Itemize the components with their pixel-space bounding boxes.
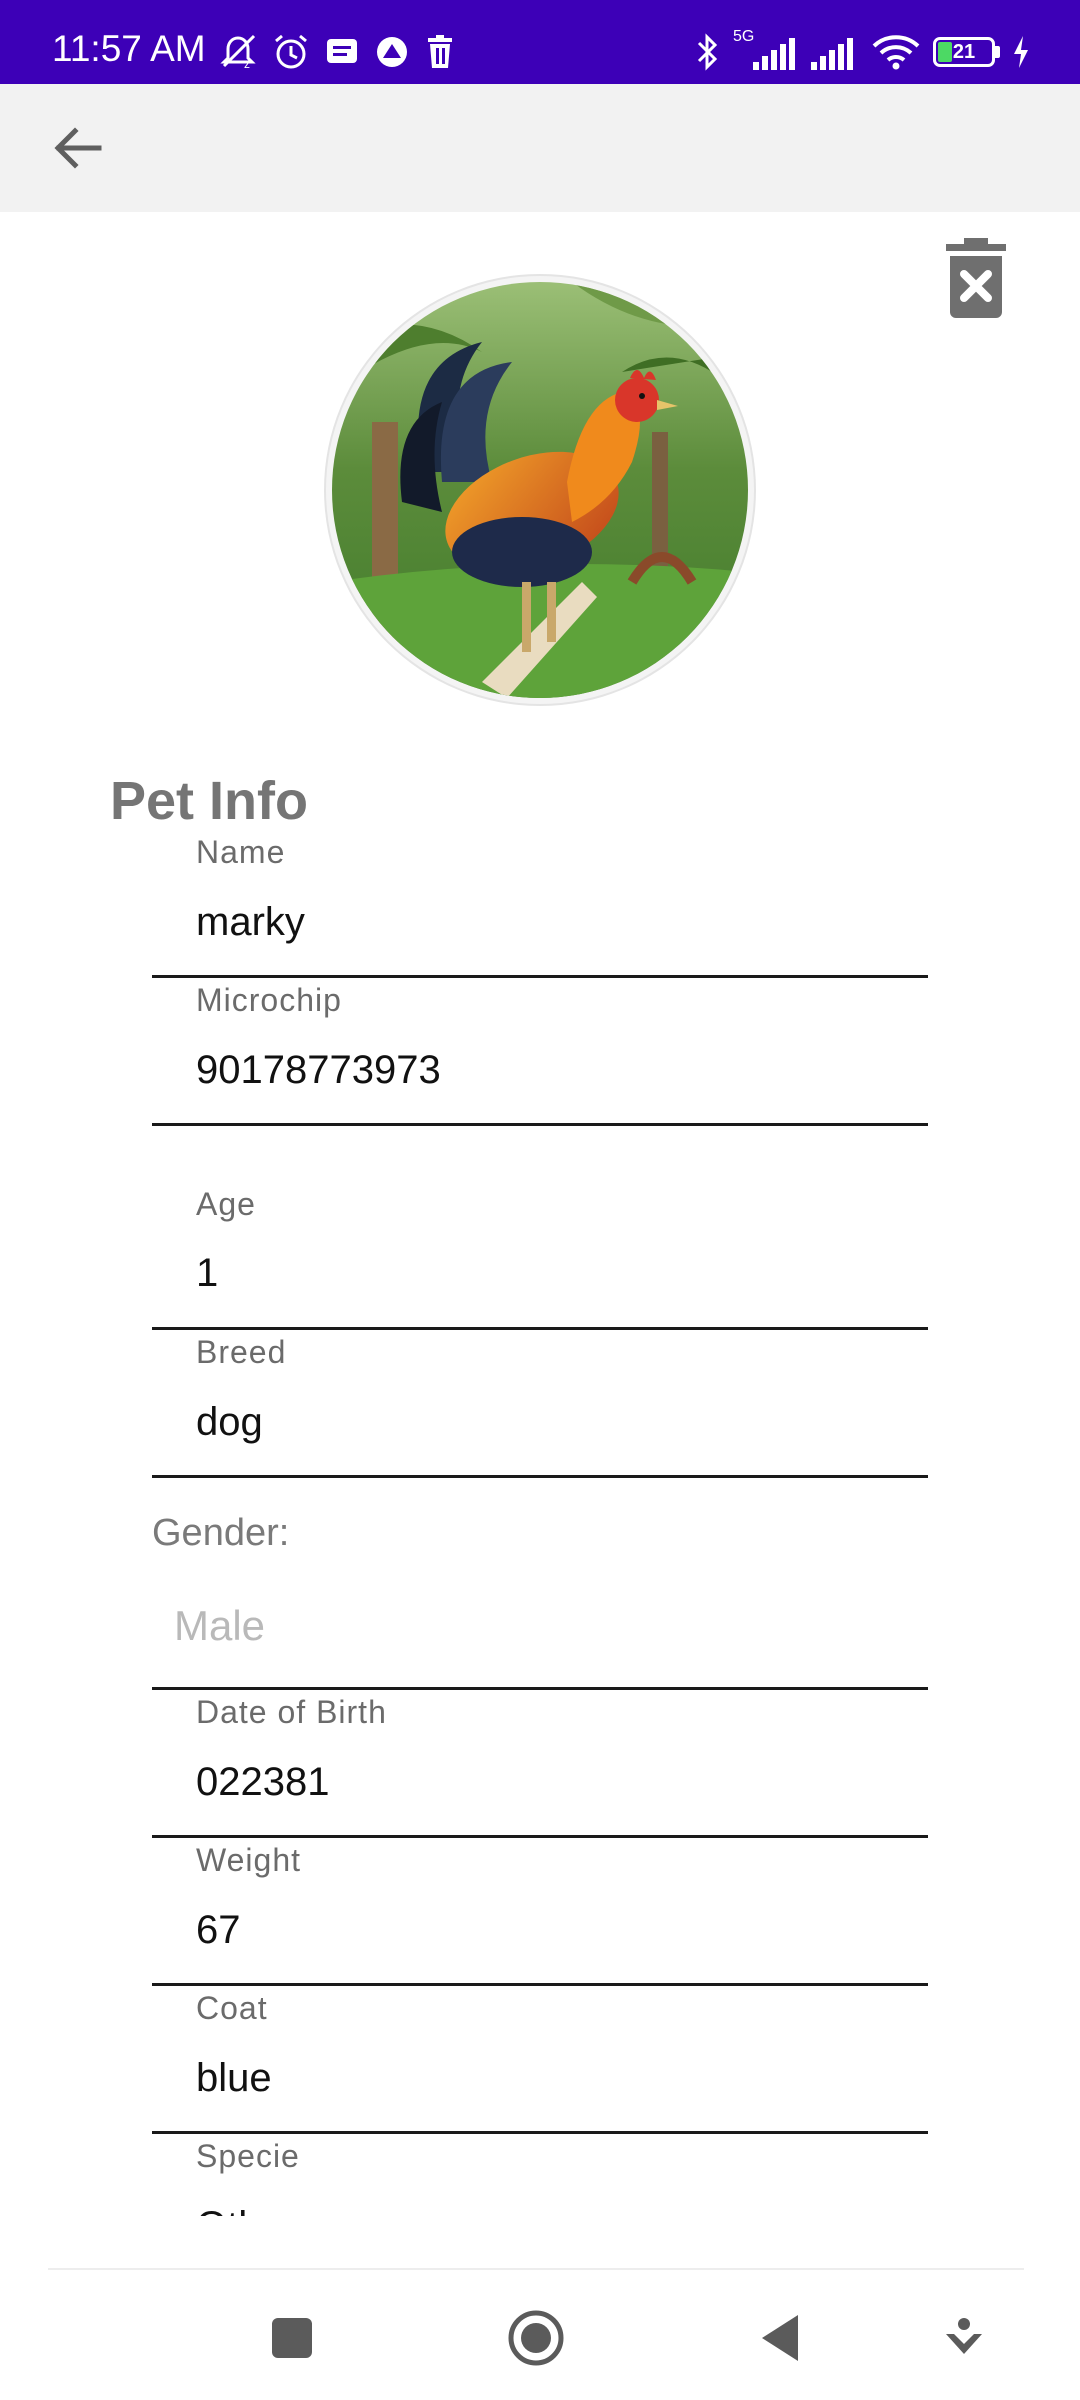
delete-x-icon (946, 238, 1006, 318)
assistant-button[interactable] (928, 2302, 1000, 2374)
age-label: Age (196, 1186, 256, 1222)
pet-avatar[interactable] (326, 276, 754, 704)
coat-value: blue (196, 2056, 272, 2100)
charging-icon (1014, 36, 1028, 68)
signal-5g: 5G (733, 28, 797, 72)
battery-indicator: 21 (933, 37, 1000, 67)
recents-icon (272, 2318, 312, 2358)
rooster-photo (332, 282, 748, 698)
signal-icon (811, 38, 853, 70)
back-button[interactable] (44, 114, 112, 182)
svg-text:z: z (244, 57, 250, 70)
breed-field[interactable]: Breed dog (152, 1330, 928, 1478)
specie-field[interactable]: Specie Other (152, 2134, 928, 2216)
gender-value: Male (174, 1602, 266, 1649)
date-of-birth-label: Date of Birth (196, 1694, 387, 1730)
status-time: 11:57 AM (52, 28, 206, 69)
arrow-left-icon (54, 127, 102, 169)
bluetooth-icon (697, 33, 718, 71)
date-of-birth-field[interactable]: Date of Birth 022381 (152, 1690, 928, 1838)
weight-label: Weight (196, 1842, 302, 1878)
status-icons-right: 5G 21 (695, 28, 1030, 74)
name-value: marky (196, 900, 305, 944)
nav-back-button[interactable] (744, 2302, 816, 2374)
recents-button[interactable] (256, 2302, 328, 2374)
vpn-icon (377, 37, 407, 67)
coat-field[interactable]: Coat blue (152, 1986, 928, 2134)
name-label: Name (196, 834, 286, 870)
message-icon (327, 39, 357, 63)
breed-value: dog (196, 1400, 263, 1444)
home-icon (508, 2310, 564, 2366)
alarm-icon (275, 34, 307, 69)
age-value: 1 (196, 1251, 219, 1295)
back-icon (762, 2315, 798, 2361)
weight-field[interactable]: Weight 67 (152, 1838, 928, 1986)
delete-pet-button[interactable] (942, 238, 1010, 318)
wifi-icon (872, 35, 920, 70)
assistant-icon (946, 2318, 982, 2354)
microchip-label: Microchip (196, 982, 342, 1018)
gender-label: Gender: (152, 1512, 290, 1554)
status-icons-left: z (218, 32, 456, 72)
age-field[interactable]: Age 1 (152, 1126, 928, 1330)
specie-value: Other (196, 2204, 296, 2216)
breed-label: Breed (196, 1334, 287, 1370)
microchip-value: 90178773973 (196, 1048, 441, 1092)
home-button[interactable] (500, 2302, 572, 2374)
microchip-field[interactable]: Microchip 90178773973 (152, 978, 928, 1126)
name-field[interactable]: Name marky (152, 820, 928, 978)
date-of-birth-value: 022381 (196, 1760, 330, 1804)
battery-level: 21 (952, 40, 976, 63)
specie-label: Specie (196, 2138, 300, 2174)
navigation-bar (0, 2270, 1080, 2400)
gender-select[interactable]: Male (152, 1580, 928, 1690)
signal-icon (753, 38, 795, 70)
weight-value: 67 (196, 1908, 241, 1952)
mute-icon: z (220, 34, 256, 70)
status-bar: 11:57 AM z 5G 21 (0, 0, 1080, 84)
app-bar (0, 84, 1080, 212)
battery-icon: 21 (933, 37, 995, 67)
coat-label: Coat (196, 1990, 268, 2026)
trash-icon (428, 35, 452, 68)
